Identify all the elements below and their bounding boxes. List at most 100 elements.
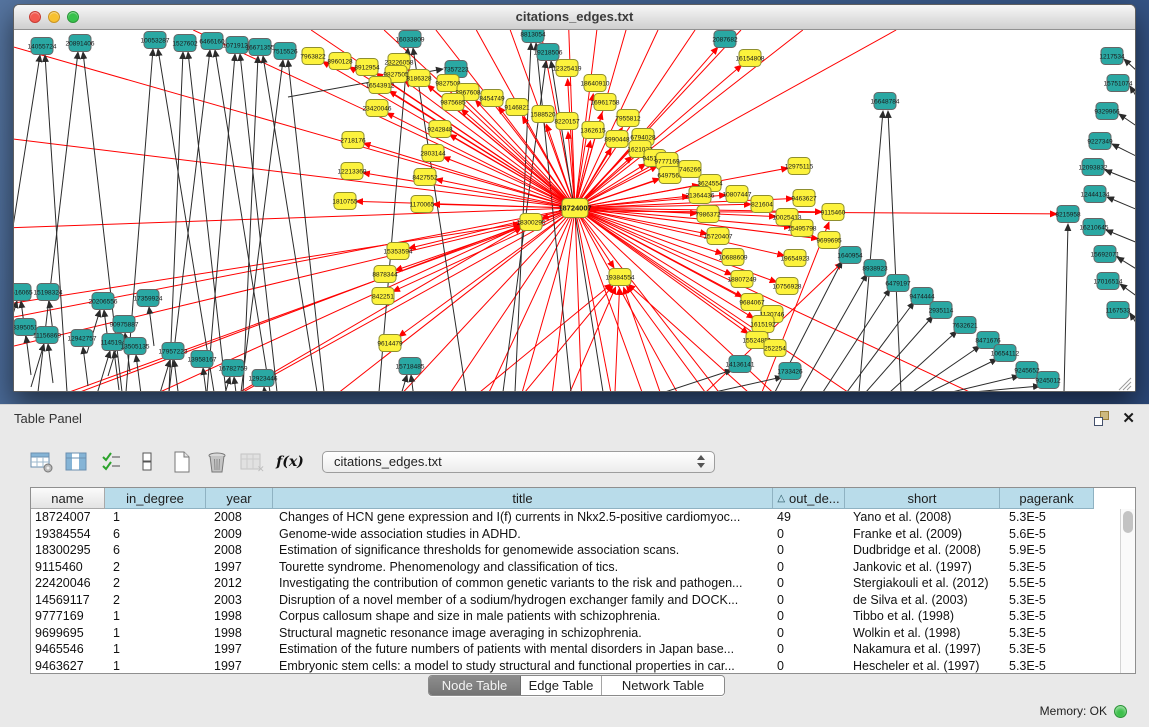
red-edge[interactable]	[628, 284, 748, 391]
table-vertical-scrollbar[interactable]	[1120, 509, 1135, 673]
red-edge[interactable]	[624, 287, 660, 391]
table-cell: 1	[105, 626, 206, 640]
red-edge[interactable]	[615, 288, 620, 391]
black-edge[interactable]	[715, 377, 782, 391]
tab-network-table[interactable]: Network Table	[602, 676, 724, 695]
red-edge[interactable]	[193, 30, 575, 208]
table-cell: Nakamura et al. (1997)	[845, 642, 1000, 656]
graph-node-label: 8395051	[14, 325, 38, 332]
table-row[interactable]: 1938455462009Genome-wide association stu…	[31, 526, 1135, 543]
table-cell: 2008	[206, 543, 273, 557]
tab-edge-table[interactable]: Edge Table	[521, 676, 602, 695]
black-edge[interactable]	[1064, 224, 1068, 391]
column-header-title[interactable]: title	[273, 488, 773, 509]
table-row[interactable]: 1830029562008Estimation of significance …	[31, 542, 1135, 559]
black-edge[interactable]	[1106, 230, 1135, 243]
black-edge[interactable]	[411, 375, 416, 391]
black-edge[interactable]	[1120, 284, 1135, 297]
black-edge[interactable]	[174, 360, 179, 391]
column-header-year[interactable]: year	[206, 488, 273, 509]
resize-grip-icon[interactable]	[1127, 386, 1131, 390]
zoom-button[interactable]	[67, 11, 79, 23]
table-cell: Wolkin et al. (1998)	[845, 626, 1000, 640]
graph-node-label: 18724007	[558, 204, 591, 213]
black-edge[interactable]	[973, 386, 1040, 391]
function-builder-icon[interactable]: f(x)	[275, 451, 305, 473]
float-panel-icon[interactable]	[1094, 411, 1109, 426]
graph-node-label: 12975115	[785, 164, 814, 171]
black-edge[interactable]	[1112, 144, 1135, 157]
black-edge[interactable]	[157, 360, 170, 391]
column-header-name[interactable]: name	[31, 488, 105, 509]
red-edge[interactable]	[14, 224, 520, 303]
graph-node-label: 8471676	[975, 338, 1001, 345]
black-edge[interactable]	[394, 375, 407, 391]
network-graph[interactable]: 1405572420891406100532871527602646616010…	[14, 30, 1135, 391]
red-edge[interactable]	[399, 208, 575, 337]
red-edge[interactable]	[575, 208, 642, 391]
black-edge[interactable]	[158, 49, 214, 391]
black-edge[interactable]	[888, 111, 901, 391]
table-mode-icon[interactable]	[30, 451, 54, 473]
scrollbar-thumb[interactable]	[1123, 511, 1133, 533]
delete-table-icon[interactable]: ✕	[240, 451, 264, 473]
red-edge[interactable]	[409, 208, 575, 248]
black-edge[interactable]	[207, 54, 235, 391]
black-edge[interactable]	[31, 344, 44, 387]
table-row[interactable]: 911546021997Tourette syndrome. Phenomeno…	[31, 559, 1135, 576]
black-edge[interactable]	[48, 344, 53, 383]
delete-columns-icon[interactable]	[205, 451, 229, 473]
red-edge[interactable]	[80, 226, 521, 391]
table-row[interactable]: 946362711997Embryonic stem cells: a mode…	[31, 658, 1135, 674]
close-button[interactable]	[29, 11, 41, 23]
red-edge[interactable]	[627, 286, 705, 391]
network-window-titlebar[interactable]: citations_edges.txt	[14, 5, 1135, 30]
table-cell: 5.9E-5	[1000, 543, 1094, 557]
black-edge[interactable]	[1107, 197, 1135, 210]
show-columns-icon[interactable]	[65, 451, 89, 473]
column-header-short[interactable]: short	[845, 488, 1000, 509]
black-edge[interactable]	[1117, 257, 1135, 270]
table-row[interactable]: 1456911722003Disruption of a novel membe…	[31, 592, 1135, 609]
black-edge[interactable]	[847, 302, 914, 391]
black-edge[interactable]	[930, 359, 997, 391]
table-selector[interactable]: citations_edges.txt	[322, 451, 715, 473]
black-edge[interactable]	[136, 355, 141, 391]
table-row[interactable]: 946554611997Estimation of the future num…	[31, 641, 1135, 658]
black-edge[interactable]	[1130, 313, 1135, 326]
black-edge[interactable]	[264, 387, 269, 391]
black-edge[interactable]	[1130, 86, 1135, 99]
red-edge[interactable]	[387, 113, 575, 208]
graph-node-label: 8427552	[412, 175, 438, 182]
red-edge[interactable]	[14, 139, 575, 208]
column-header-out-degree[interactable]: △out_de...	[773, 488, 845, 509]
black-edge[interactable]	[288, 60, 324, 391]
graph-node-label: 18640910	[581, 81, 610, 88]
black-edge[interactable]	[1124, 59, 1135, 72]
red-edge[interactable]	[570, 287, 616, 391]
table-row[interactable]: 969969511998Structural magnetic resonanc…	[31, 625, 1135, 642]
table-row[interactable]: 977716911998Corpus callosum shape and si…	[31, 608, 1135, 625]
select-columns-icon[interactable]	[100, 451, 124, 473]
black-edge[interactable]	[1105, 170, 1135, 183]
row-selection-icon[interactable]	[135, 451, 159, 473]
red-edge[interactable]	[14, 225, 520, 346]
black-edge[interactable]	[800, 274, 867, 391]
red-edge[interactable]	[480, 284, 612, 391]
resize-grip-icon[interactable]	[1123, 382, 1131, 390]
minimize-button[interactable]	[48, 11, 60, 23]
graph-node-label: 20206556	[89, 299, 118, 306]
table-row[interactable]: 1872400712008Changes of HCN gene express…	[31, 509, 1135, 526]
new-column-icon[interactable]	[170, 451, 194, 473]
black-edge[interactable]	[1119, 114, 1135, 127]
column-header-pagerank[interactable]: pagerank	[1000, 488, 1094, 509]
close-panel-icon[interactable]: ✕	[1122, 411, 1135, 426]
black-edge[interactable]	[217, 377, 230, 391]
network-canvas[interactable]: 1405572420891406100532871527602646616010…	[14, 30, 1135, 391]
graph-node-label: 16033809	[396, 37, 425, 44]
red-edge[interactable]	[575, 30, 803, 208]
tab-node-table[interactable]: Node Table	[429, 676, 521, 695]
column-header-in-degree[interactable]: in_degree	[105, 488, 206, 509]
table-row[interactable]: 2242004622012Investigating the contribut…	[31, 575, 1135, 592]
black-edge[interactable]	[234, 377, 239, 391]
